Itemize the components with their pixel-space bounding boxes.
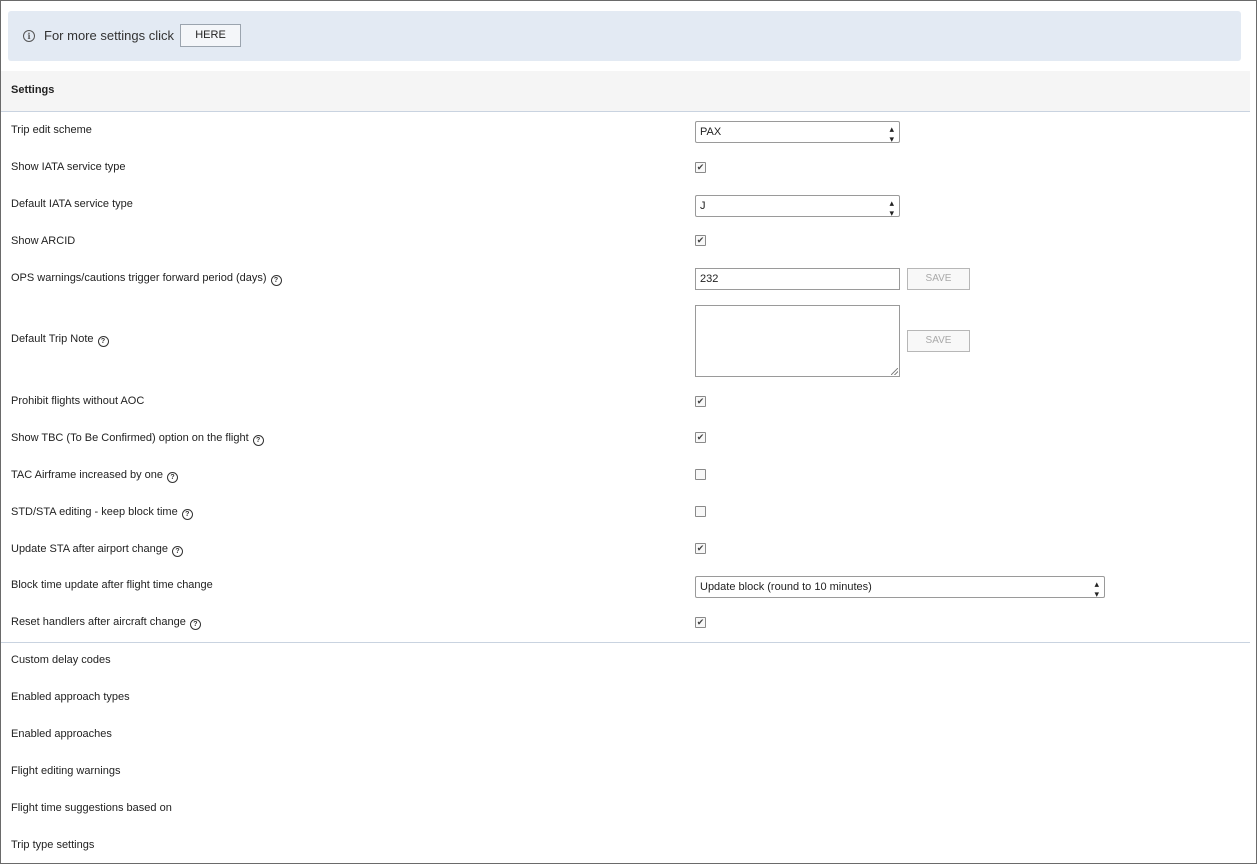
ops-warnings-label: OPS warnings/cautions trigger forward pe…: [11, 272, 282, 286]
default-iata-service-type-label: Default IATA service type: [11, 198, 133, 210]
info-banner-text: For more settings click: [44, 28, 175, 43]
trip-edit-scheme-value: PAX: [700, 126, 722, 138]
ops-warnings-input[interactable]: 232: [695, 268, 900, 290]
section-flight-time-suggestions[interactable]: Flight time suggestions based on: [11, 802, 172, 814]
update-sta-label-text: Update STA after airport change: [11, 543, 168, 555]
block-time-update-select[interactable]: Update block (round to 10 minutes) ▴ ▾: [695, 576, 1105, 599]
info-icon: i: [23, 30, 35, 42]
block-time-update-value: Update block (round to 10 minutes): [700, 581, 872, 593]
section-flight-editing-warnings[interactable]: Flight editing warnings: [11, 765, 120, 777]
select-arrows-icon: ▴ ▾: [889, 124, 894, 144]
show-arcid-checkbox[interactable]: ✔: [695, 235, 706, 246]
update-sta-checkbox[interactable]: ✔: [695, 543, 706, 554]
settings-section-header: Settings: [1, 71, 1250, 112]
section-divider: [1, 642, 1250, 643]
trip-edit-scheme-label: Trip edit scheme: [11, 124, 92, 136]
help-icon[interactable]: ?: [97, 336, 109, 347]
settings-page: i For more settings click HERE Settings …: [0, 0, 1257, 864]
help-icon[interactable]: ?: [171, 546, 183, 557]
default-trip-note-label: Default Trip Note?: [11, 333, 109, 347]
tac-airframe-label: TAC Airframe increased by one?: [11, 469, 179, 483]
help-icon[interactable]: ?: [167, 472, 179, 483]
default-trip-note-save-button[interactable]: SAVE: [907, 330, 970, 352]
ops-warnings-save-button[interactable]: SAVE: [907, 268, 970, 290]
reset-handlers-label-text: Reset handlers after aircraft change: [11, 616, 186, 628]
ops-warnings-label-text: OPS warnings/cautions trigger forward pe…: [11, 272, 267, 284]
show-tbc-label-text: Show TBC (To Be Confirmed) option on the…: [11, 432, 249, 444]
show-iata-service-type-checkbox[interactable]: ✔: [695, 162, 706, 173]
default-iata-service-type-value: J: [700, 200, 706, 212]
here-button[interactable]: HERE: [180, 24, 241, 47]
prohibit-flights-checkbox[interactable]: ✔: [695, 396, 706, 407]
show-tbc-label: Show TBC (To Be Confirmed) option on the…: [11, 432, 264, 446]
select-arrows-icon: ▴ ▾: [1094, 579, 1099, 599]
section-custom-delay-codes[interactable]: Custom delay codes: [11, 654, 111, 666]
prohibit-flights-label: Prohibit flights without AOC: [11, 395, 145, 407]
section-trip-type-settings[interactable]: Trip type settings: [11, 839, 94, 851]
reset-handlers-checkbox[interactable]: ✔: [695, 617, 706, 628]
section-enabled-approach-types[interactable]: Enabled approach types: [11, 691, 130, 703]
tac-airframe-checkbox[interactable]: [695, 469, 706, 480]
trip-edit-scheme-select[interactable]: PAX ▴ ▾: [695, 121, 900, 144]
help-icon[interactable]: ?: [181, 509, 193, 520]
info-banner: i For more settings click HERE: [8, 11, 1241, 61]
default-iata-service-type-select[interactable]: J ▴ ▾: [695, 195, 900, 218]
section-enabled-approaches[interactable]: Enabled approaches: [11, 728, 112, 740]
update-sta-label: Update STA after airport change?: [11, 543, 183, 557]
show-iata-service-type-label: Show IATA service type: [11, 161, 126, 173]
std-sta-editing-checkbox[interactable]: [695, 506, 706, 517]
std-sta-editing-label: STD/STA editing - keep block time?: [11, 506, 193, 520]
help-icon[interactable]: ?: [252, 435, 264, 446]
show-tbc-checkbox[interactable]: ✔: [695, 432, 706, 443]
default-trip-note-textarea[interactable]: [695, 305, 900, 377]
help-icon[interactable]: ?: [270, 275, 282, 286]
help-icon[interactable]: ?: [189, 619, 201, 630]
section-title: Settings: [11, 84, 55, 96]
std-sta-editing-label-text: STD/STA editing - keep block time: [11, 506, 178, 518]
tac-airframe-label-text: TAC Airframe increased by one: [11, 469, 164, 481]
select-arrows-icon: ▴ ▾: [889, 198, 894, 218]
block-time-update-label: Block time update after flight time chan…: [11, 579, 213, 591]
resize-handle-icon[interactable]: [891, 368, 898, 375]
default-trip-note-label-text: Default Trip Note: [11, 333, 94, 345]
show-arcid-label: Show ARCID: [11, 235, 76, 247]
reset-handlers-label: Reset handlers after aircraft change?: [11, 616, 201, 630]
